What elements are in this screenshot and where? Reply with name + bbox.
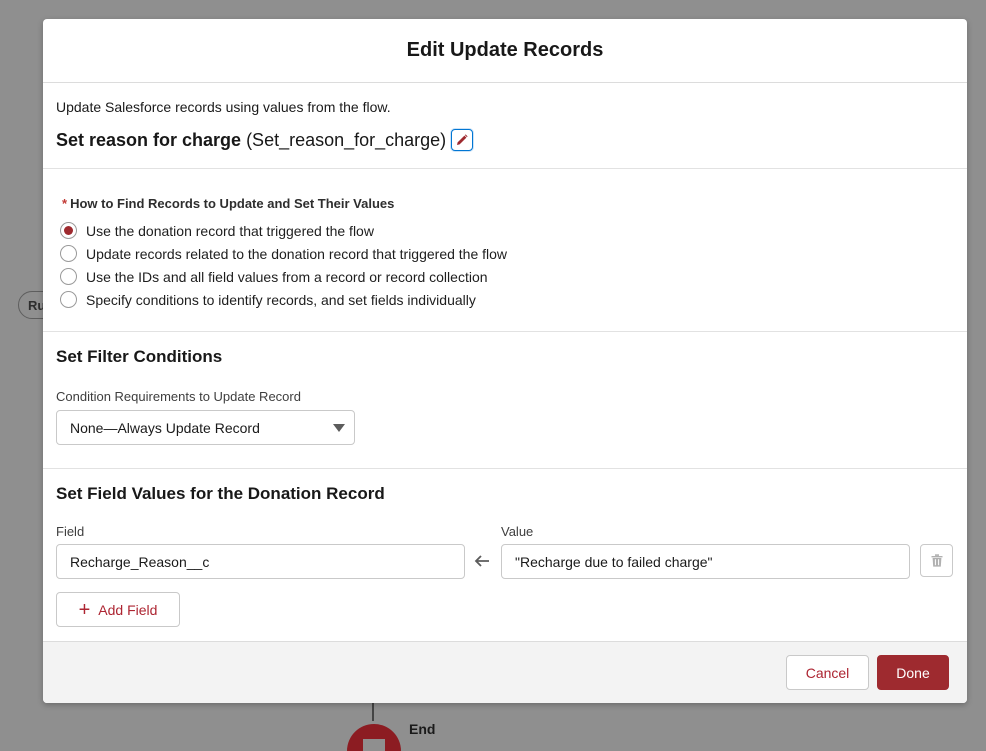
radio-option-label: Specify conditions to identify records, … <box>86 291 476 308</box>
edit-element-button[interactable] <box>451 129 474 151</box>
condition-requirements-label: Condition Requirements to Update Record <box>56 389 301 404</box>
field-input[interactable]: Recharge_Reason__c <box>56 544 465 579</box>
field-column-label: Field <box>56 524 85 539</box>
find-records-section: * How to Find Records to Update and Set T… <box>43 169 967 332</box>
condition-requirements-select[interactable]: None—Always Update Record <box>56 410 355 445</box>
radio-button[interactable] <box>60 268 77 285</box>
end-node-icon[interactable] <box>347 724 401 751</box>
chevron-down-icon <box>333 423 345 432</box>
radio-option-label: Use the donation record that triggered t… <box>86 222 374 239</box>
radio-option-related-records[interactable]: Update records related to the donation r… <box>60 242 954 265</box>
element-name-row: Set reason for charge (Set_reason_for_ch… <box>56 129 954 151</box>
radio-button-checked[interactable] <box>60 222 77 239</box>
done-button[interactable]: Done <box>877 655 949 690</box>
delete-row-button[interactable] <box>920 544 953 577</box>
find-records-heading: * How to Find Records to Update and Set T… <box>62 196 954 211</box>
trash-icon <box>931 554 942 567</box>
cancel-button[interactable]: Cancel <box>786 655 869 690</box>
field-assignment-row: Field Value Recharge_Reason__c "Recharge… <box>56 504 954 579</box>
radio-option-triggering-record[interactable]: Use the donation record that triggered t… <box>60 219 954 242</box>
radio-option-specify-conditions[interactable]: Specify conditions to identify records, … <box>60 288 954 311</box>
pencil-icon <box>457 134 468 145</box>
radio-button[interactable] <box>60 245 77 262</box>
modal-footer: Cancel Done <box>43 641 967 703</box>
plus-icon: + <box>78 598 91 621</box>
end-node-label: End <box>409 721 436 737</box>
radio-option-label: Use the IDs and all field values from a … <box>86 268 488 285</box>
value-input[interactable]: "Recharge due to failed charge" <box>501 544 910 579</box>
arrow-left-icon <box>474 555 489 567</box>
value-column-label: Value <box>501 524 534 539</box>
find-records-heading-text: How to Find Records to Update and Set Th… <box>70 196 395 211</box>
field-values-section-title: Set Field Values for the Donation Record <box>56 484 385 503</box>
edit-update-records-modal: Edit Update Records Update Salesforce re… <box>43 19 967 703</box>
field-values-section: Set Field Values for the Donation Record… <box>43 469 967 642</box>
add-field-button[interactable]: + Add Field <box>56 592 180 627</box>
modal-header: Edit Update Records <box>43 19 967 83</box>
modal-title: Edit Update Records <box>406 39 604 61</box>
canvas-connector-line <box>372 703 374 721</box>
element-api-name: (Set_reason_for_charge) <box>246 129 447 150</box>
condition-requirements-value: None—Always Update Record <box>70 419 260 436</box>
filter-section-title: Set Filter Conditions <box>56 347 223 366</box>
filter-conditions-section: Set Filter Conditions Condition Requirem… <box>43 332 967 469</box>
radio-button[interactable] <box>60 291 77 308</box>
add-field-label: Add Field <box>98 601 158 618</box>
element-label: Set reason for charge <box>56 129 242 150</box>
modal-description: Update Salesforce records using values f… <box>56 99 391 115</box>
element-info-section: Update Salesforce records using values f… <box>43 83 967 169</box>
radio-option-label: Update records related to the donation r… <box>86 245 508 262</box>
required-marker: * <box>62 196 68 211</box>
radio-option-record-collection[interactable]: Use the IDs and all field values from a … <box>60 265 954 288</box>
